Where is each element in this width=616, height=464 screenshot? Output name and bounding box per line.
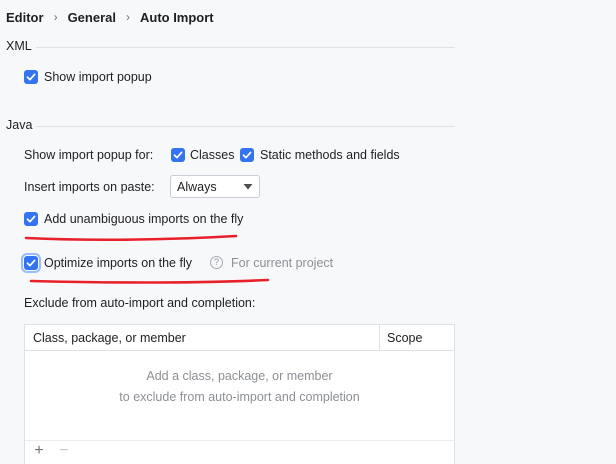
classes-checkbox[interactable] [171, 148, 185, 162]
check-icon [242, 151, 252, 159]
section-title-xml: XML [6, 39, 32, 53]
show-import-popup-for-label: Show import popup for: [24, 148, 154, 162]
exclude-table[interactable]: Class, package, or member Scope Add a cl… [24, 324, 455, 464]
exclude-label: Exclude from auto-import and completion: [24, 296, 256, 310]
annotation-underline-2 [29, 278, 270, 284]
check-icon [26, 73, 36, 81]
static-methods-checkbox[interactable] [240, 148, 254, 162]
show-import-popup-xml-label[interactable]: Show import popup [44, 69, 152, 85]
optimize-imports-label[interactable]: Optimize imports on the fly [44, 255, 192, 271]
optimize-imports-scope-hint: For current project [231, 256, 334, 270]
table-header: Class, package, or member Scope [25, 325, 454, 351]
add-unambiguous-imports-label[interactable]: Add unambiguous imports on the fly [44, 211, 243, 227]
empty-state-line-2: to exclude from auto-import and completi… [119, 390, 360, 404]
check-icon [173, 151, 183, 159]
column-divider[interactable] [379, 325, 380, 350]
empty-state-line-1: Add a class, package, or member [146, 369, 333, 383]
show-import-popup-xml-checkbox[interactable] [24, 70, 38, 84]
chevron-down-icon [243, 184, 253, 190]
plus-icon[interactable]: + [31, 443, 47, 459]
static-methods-label[interactable]: Static methods and fields [260, 147, 400, 163]
minus-icon[interactable]: − [56, 443, 72, 459]
table-toolbar-divider [25, 440, 454, 441]
breadcrumb: Editor › General › Auto Import [6, 8, 214, 26]
breadcrumb-item-editor[interactable]: Editor [6, 10, 44, 25]
breadcrumb-item-general[interactable]: General [68, 10, 116, 25]
optimize-imports-checkbox[interactable] [21, 253, 41, 273]
annotation-underline-1 [24, 234, 238, 242]
insert-imports-on-paste-value: Always [177, 179, 217, 194]
breadcrumb-separator-icon: › [125, 10, 130, 24]
column-header-scope[interactable]: Scope [387, 331, 422, 345]
section-title-java: Java [6, 118, 33, 132]
breadcrumb-item-auto-import: Auto Import [139, 9, 214, 25]
insert-imports-on-paste-label: Insert imports on paste: [24, 180, 155, 194]
insert-imports-on-paste-select[interactable]: Always [170, 175, 260, 198]
check-icon [26, 215, 36, 223]
section-divider [36, 126, 455, 127]
help-icon[interactable]: ? [210, 256, 223, 269]
check-icon [26, 259, 36, 267]
classes-label[interactable]: Classes [190, 147, 234, 163]
auto-import-settings-page: Editor › General › Auto Import XML Show … [0, 0, 616, 464]
breadcrumb-separator-icon: › [53, 10, 58, 24]
add-unambiguous-imports-checkbox[interactable] [24, 212, 38, 226]
section-divider [36, 47, 455, 48]
column-header-class[interactable]: Class, package, or member [33, 331, 186, 345]
